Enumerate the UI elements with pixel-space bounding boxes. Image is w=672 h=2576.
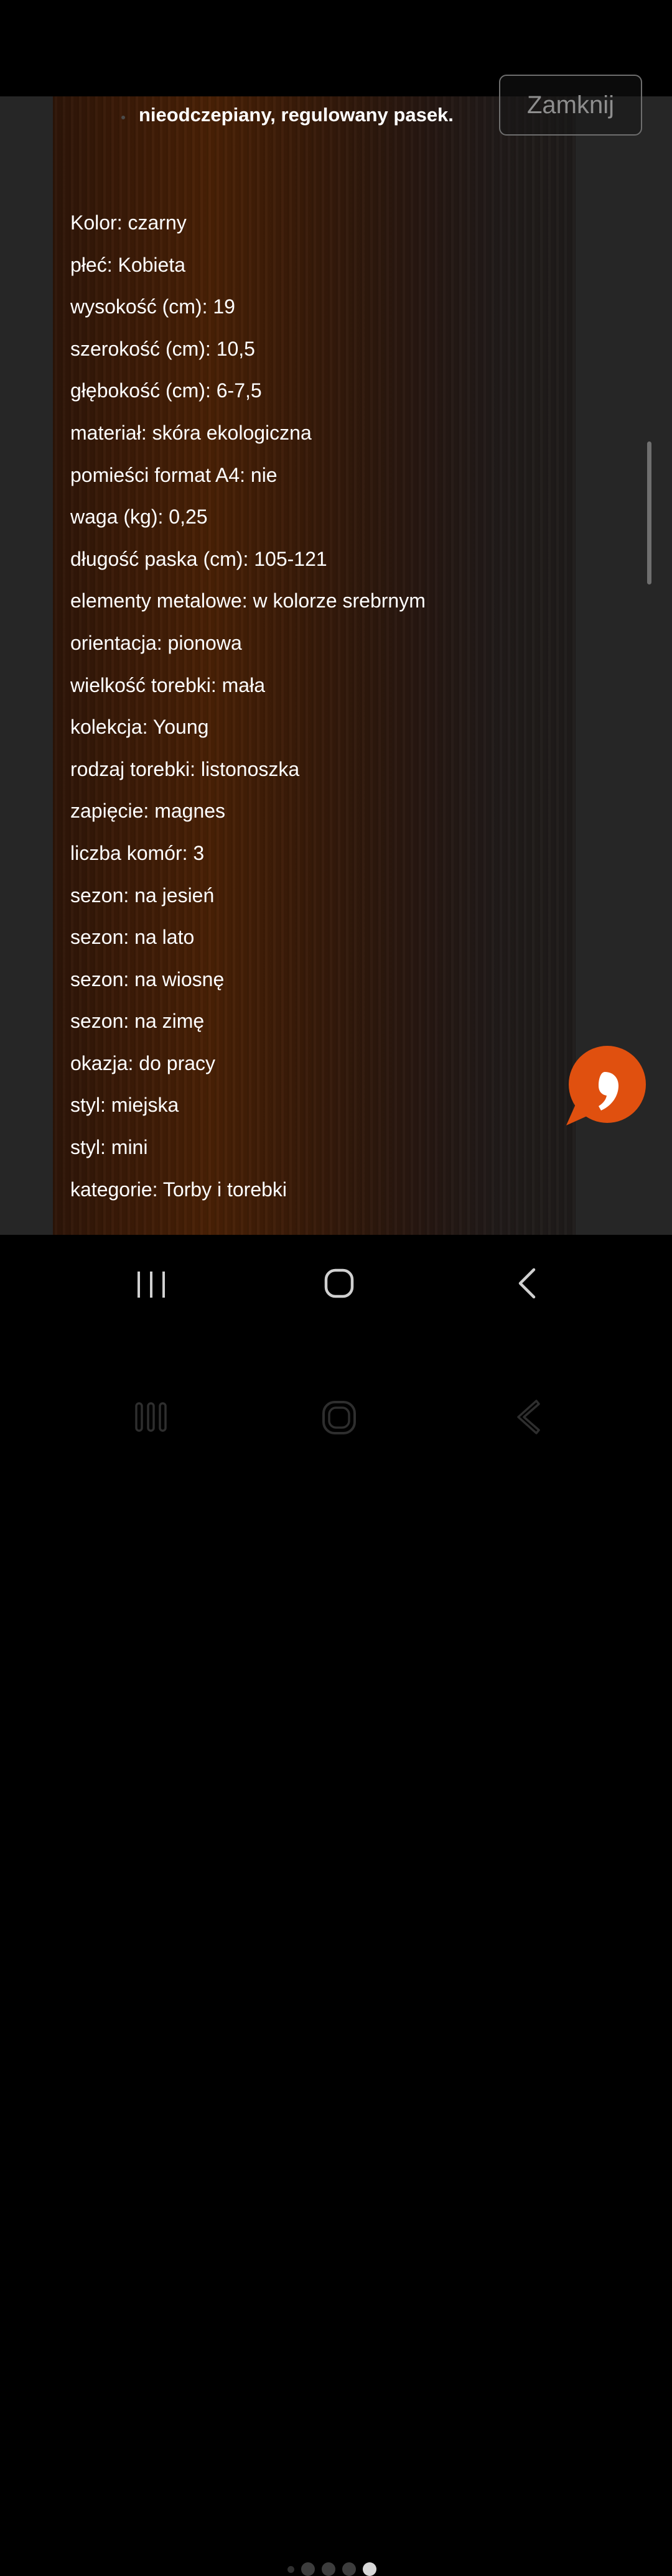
spec-item: orientacja: pionowa [70,631,242,654]
spec-item: styl: miejska [70,1094,179,1117]
spec-item: zapięcie: magnes [70,800,226,823]
spec-item: sezon: na zimę [70,1010,205,1033]
spec-item: pomieści format A4: nie [70,463,278,486]
close-button[interactable]: Zamknij [499,75,642,136]
spec-item: płeć: Kobieta [70,253,186,276]
spec-item: sezon: na lato [70,926,195,949]
page-dot[interactable] [287,2565,294,2573]
spec-item: szerokość (cm): 10,5 [70,337,255,360]
page-dot-active[interactable] [363,2562,376,2576]
bullet-text: nieodczepiany, regulowany pasek. [139,104,454,126]
chat-button[interactable] [566,1046,646,1125]
page-dot[interactable] [322,2562,335,2576]
spec-item: waga (kg): 0,25 [70,506,208,529]
scrollbar[interactable] [647,441,651,584]
spec-item: wielkość torebki: mała [70,673,265,696]
spec-item: rodzaj torebki: listonoszka [70,757,300,780]
back-icon[interactable] [515,1267,540,1300]
spec-item: liczba komór: 3 [70,841,205,864]
page-indicator [287,2562,376,2576]
recent-apps-icon[interactable] [136,1270,167,1300]
recent-apps-icon[interactable] [134,1401,168,1433]
back-icon[interactable] [515,1399,541,1435]
quote-chat-icon [566,1046,646,1125]
spec-item: styl: mini [70,1136,148,1159]
spec-item: elementy metalowe: w kolorze srebrnym [70,589,426,612]
spec-item: długość paska (cm): 105-121 [70,547,327,570]
spec-item: materiał: skóra ekologiczna [70,421,312,444]
page-dot[interactable] [342,2562,356,2576]
spec-list: Kolor: czarny płeć: Kobieta wysokość (cm… [70,210,426,1219]
spec-item: wysokość (cm): 19 [70,295,235,318]
spec-item: sezon: na jesień [70,884,215,907]
bullet-list-item: nieodczepiany, regulowany pasek. [121,104,454,126]
navigation-bar [0,1235,672,2576]
spec-item: głębokość (cm): 6-7,5 [70,379,262,402]
spec-item: kolekcja: Young [70,716,209,739]
spec-item: okazja: do pracy [70,1051,216,1074]
spec-item: kategorie: Torby i torebki [70,1178,287,1201]
page-dot[interactable] [301,2562,315,2576]
spec-item: sezon: na wiosnę [70,967,225,990]
home-icon[interactable] [324,1268,354,1298]
bullet-icon [121,116,125,119]
spec-item: Kolor: czarny [70,211,187,234]
home-icon[interactable] [322,1400,357,1435]
